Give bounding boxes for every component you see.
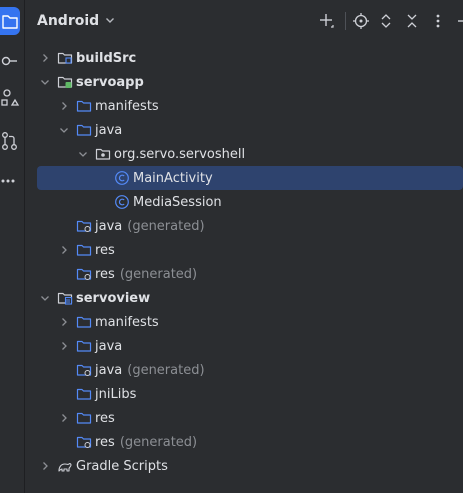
collapse-all-icon[interactable] — [403, 12, 421, 30]
folder-icon — [76, 338, 92, 354]
chevron-right-icon[interactable] — [37, 458, 53, 474]
structure-icon[interactable] — [0, 88, 22, 110]
tool-window-rail — [0, 0, 25, 493]
tree-item-buildsrc[interactable]: buildSrc — [37, 46, 463, 70]
tree-item-java-generated[interactable]: java (generated) — [37, 214, 463, 238]
tree-item-res[interactable]: res — [37, 238, 463, 262]
tree-item-label: res — [95, 266, 115, 282]
tree-item-res-generated[interactable]: res (generated) — [37, 430, 463, 454]
tree-item-label: manifests — [95, 314, 159, 330]
locate-icon[interactable] — [352, 12, 370, 30]
tree-item-servoview[interactable]: servoview — [37, 286, 463, 310]
tree-item-org-servo-servoshell[interactable]: org.servo.servoshell — [37, 142, 463, 166]
tree-item-res-generated[interactable]: res (generated) — [37, 262, 463, 286]
chevron-down-icon[interactable] — [75, 146, 91, 162]
tree-item-suffix: (generated) — [127, 218, 205, 234]
tree-item-mediasession[interactable]: MediaSession — [37, 190, 463, 214]
tree-item-java[interactable]: java — [37, 118, 463, 142]
tree-item-mainactivity[interactable]: MainActivity — [37, 166, 463, 190]
project-icon[interactable] — [0, 7, 20, 35]
tree-item-label: res — [95, 410, 115, 426]
tree-item-label: org.servo.servoshell — [114, 146, 246, 162]
header-divider — [345, 12, 346, 30]
add-icon[interactable] — [318, 12, 336, 30]
tree-item-label: buildSrc — [76, 50, 137, 66]
module-folder-icon — [57, 50, 73, 66]
tree-item-suffix: (generated) — [119, 434, 198, 450]
chevron-right-icon[interactable] — [56, 98, 72, 114]
hide-icon[interactable] — [455, 12, 463, 30]
folder-icon — [76, 242, 92, 258]
folder-icon — [76, 386, 92, 402]
more-icon[interactable] — [0, 170, 22, 192]
chevron-down-icon[interactable] — [56, 122, 72, 138]
generated-folder-icon — [76, 218, 92, 234]
tree-item-label: res — [95, 434, 115, 450]
gradle-icon — [57, 458, 73, 474]
tree-item-label: java — [95, 218, 123, 234]
tree-item-suffix: (generated) — [119, 266, 198, 282]
tree-item-manifests[interactable]: manifests — [37, 94, 463, 118]
tree-item-res[interactable]: res — [37, 406, 463, 430]
tree-item-java[interactable]: java — [37, 334, 463, 358]
pull-requests-icon[interactable] — [0, 130, 22, 152]
class-icon — [114, 170, 130, 186]
tree-item-label: MediaSession — [133, 194, 222, 210]
package-icon — [95, 146, 111, 162]
view-selector[interactable]: Android — [37, 13, 115, 29]
tree-item-label: java — [95, 362, 123, 378]
project-view-header: Android — [25, 0, 463, 42]
chevron-right-icon[interactable] — [56, 410, 72, 426]
tree-item-label: res — [95, 242, 115, 258]
commit-icon[interactable] — [0, 50, 22, 72]
library-module-icon — [57, 290, 73, 306]
expand-all-icon[interactable] — [377, 12, 395, 30]
chevron-down-icon[interactable] — [37, 74, 53, 90]
tree-item-label: jniLibs — [95, 386, 137, 402]
tree-item-label: manifests — [95, 98, 159, 114]
tree-item-servoapp[interactable]: servoapp — [37, 70, 463, 94]
chevron-down-icon — [105, 13, 115, 29]
more-options-icon[interactable] — [429, 12, 447, 30]
chevron-right-icon[interactable] — [56, 314, 72, 330]
tree-item-manifests[interactable]: manifests — [37, 310, 463, 334]
tree-item-label: java — [95, 338, 123, 354]
tree-item-suffix: (generated) — [127, 362, 205, 378]
folder-icon — [76, 314, 92, 330]
chevron-right-icon[interactable] — [56, 242, 72, 258]
chevron-right-icon[interactable] — [37, 50, 53, 66]
tree-item-gradle-scripts[interactable]: Gradle Scripts — [37, 454, 463, 478]
tree-item-label: servoapp — [76, 74, 144, 90]
tree-item-label: servoview — [76, 290, 151, 306]
view-title: Android — [37, 13, 100, 29]
folder-icon — [76, 410, 92, 426]
chevron-right-icon[interactable] — [56, 338, 72, 354]
tree-item-label: java — [95, 122, 123, 138]
app-module-icon — [57, 74, 73, 90]
generated-folder-icon — [76, 266, 92, 282]
folder-icon — [76, 122, 92, 138]
tree-item-label: Gradle Scripts — [76, 458, 168, 474]
tree-item-java-generated[interactable]: java (generated) — [37, 358, 463, 382]
tree-item-label: MainActivity — [133, 170, 213, 186]
generated-folder-icon — [76, 434, 92, 450]
generated-folder-icon — [76, 362, 92, 378]
folder-icon — [76, 98, 92, 114]
tree-item-jnilibs[interactable]: jniLibs — [37, 382, 463, 406]
class-icon — [114, 194, 130, 210]
chevron-down-icon[interactable] — [37, 290, 53, 306]
